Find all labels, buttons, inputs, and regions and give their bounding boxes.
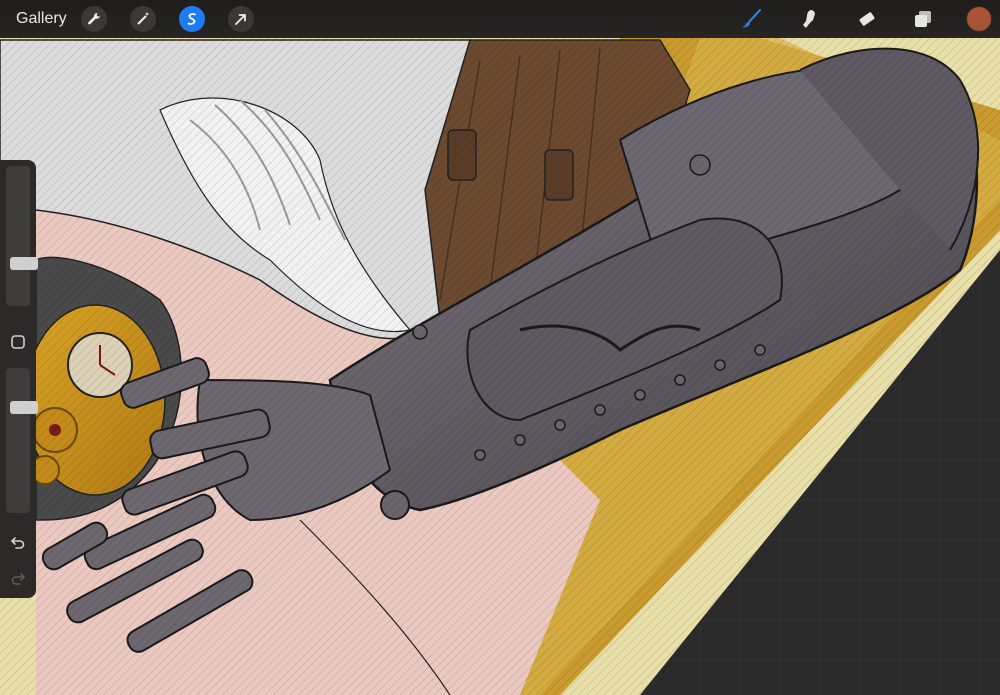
brush-size-slider[interactable] — [6, 166, 38, 306]
brush-tool-button[interactable] — [738, 5, 766, 33]
smudge-finger-icon — [803, 10, 815, 28]
artwork-canvas[interactable] — [0, 0, 1000, 695]
smudge-tool-button[interactable] — [795, 5, 823, 33]
gallery-button[interactable]: Gallery — [16, 10, 67, 28]
adjustments-button[interactable] — [129, 6, 156, 32]
magic-wand-icon — [136, 12, 149, 25]
toolbar-right — [738, 0, 1000, 38]
brush-size-slider-thumb[interactable] — [10, 257, 38, 270]
brush-icon — [742, 8, 762, 28]
side-brush-bar — [0, 160, 38, 598]
eraser-tool-button[interactable] — [852, 5, 880, 33]
transform-button[interactable] — [227, 6, 254, 32]
modify-square-button[interactable] — [8, 332, 28, 352]
artwork-illustration — [0, 0, 1000, 695]
selection-s-icon — [187, 13, 196, 25]
layers-button[interactable] — [909, 5, 937, 33]
layers-icon — [915, 11, 931, 27]
undo-button[interactable] — [8, 532, 28, 552]
eraser-icon — [859, 12, 875, 26]
actions-button[interactable] — [80, 6, 107, 32]
wrench-icon — [87, 12, 100, 25]
redo-icon — [11, 573, 26, 585]
brush-opacity-slider-thumb[interactable] — [10, 401, 38, 414]
brush-opacity-slider[interactable] — [6, 368, 38, 513]
selection-button[interactable] — [178, 6, 205, 32]
undo-icon — [10, 537, 25, 549]
transform-arrow-icon — [234, 14, 246, 25]
square-icon — [11, 335, 25, 349]
color-picker-button[interactable] — [966, 6, 992, 32]
top-toolbar: Gallery — [0, 0, 1000, 38]
redo-button[interactable] — [8, 568, 28, 588]
